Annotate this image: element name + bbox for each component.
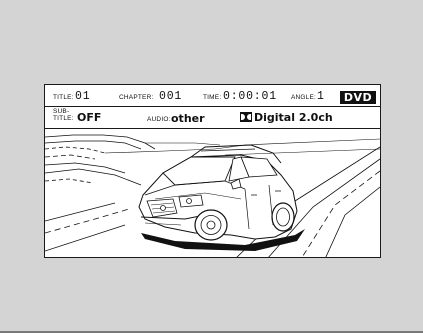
audio-format: Digital 2.0ch: [254, 111, 333, 124]
manual-page: { "osd": { "title_label": "TITLE:", "tit…: [0, 0, 423, 333]
time-label: TIME:: [203, 94, 222, 101]
dvd-screen: TITLE: 01 CHAPTER: 001 TIME: 0:00:01 ANG…: [44, 84, 381, 258]
osd-info-bar: TITLE: 01 CHAPTER: 001 TIME: 0:00:01 ANG…: [45, 85, 380, 129]
time-value: 0:00:01: [223, 90, 277, 103]
audio-value: other: [171, 112, 205, 125]
suv-driving-illustration: [45, 134, 380, 257]
chapter-label: CHAPTER:: [119, 94, 154, 101]
title-label: TITLE:: [53, 94, 74, 101]
subtitle-value: OFF: [77, 111, 102, 124]
audio-label: AUDIO:: [147, 116, 171, 123]
title-value: 01: [75, 90, 91, 103]
subtitle-label-line2: TITLE:: [53, 114, 74, 122]
angle-label: ANGLE:: [291, 94, 317, 101]
angle-value: 1: [317, 90, 325, 103]
dvd-badge: DVD: [340, 91, 376, 104]
dolby-double-d-icon: [240, 112, 252, 122]
chapter-value: 001: [159, 90, 183, 103]
subtitle-label: SUB- TITLE:: [53, 108, 74, 122]
